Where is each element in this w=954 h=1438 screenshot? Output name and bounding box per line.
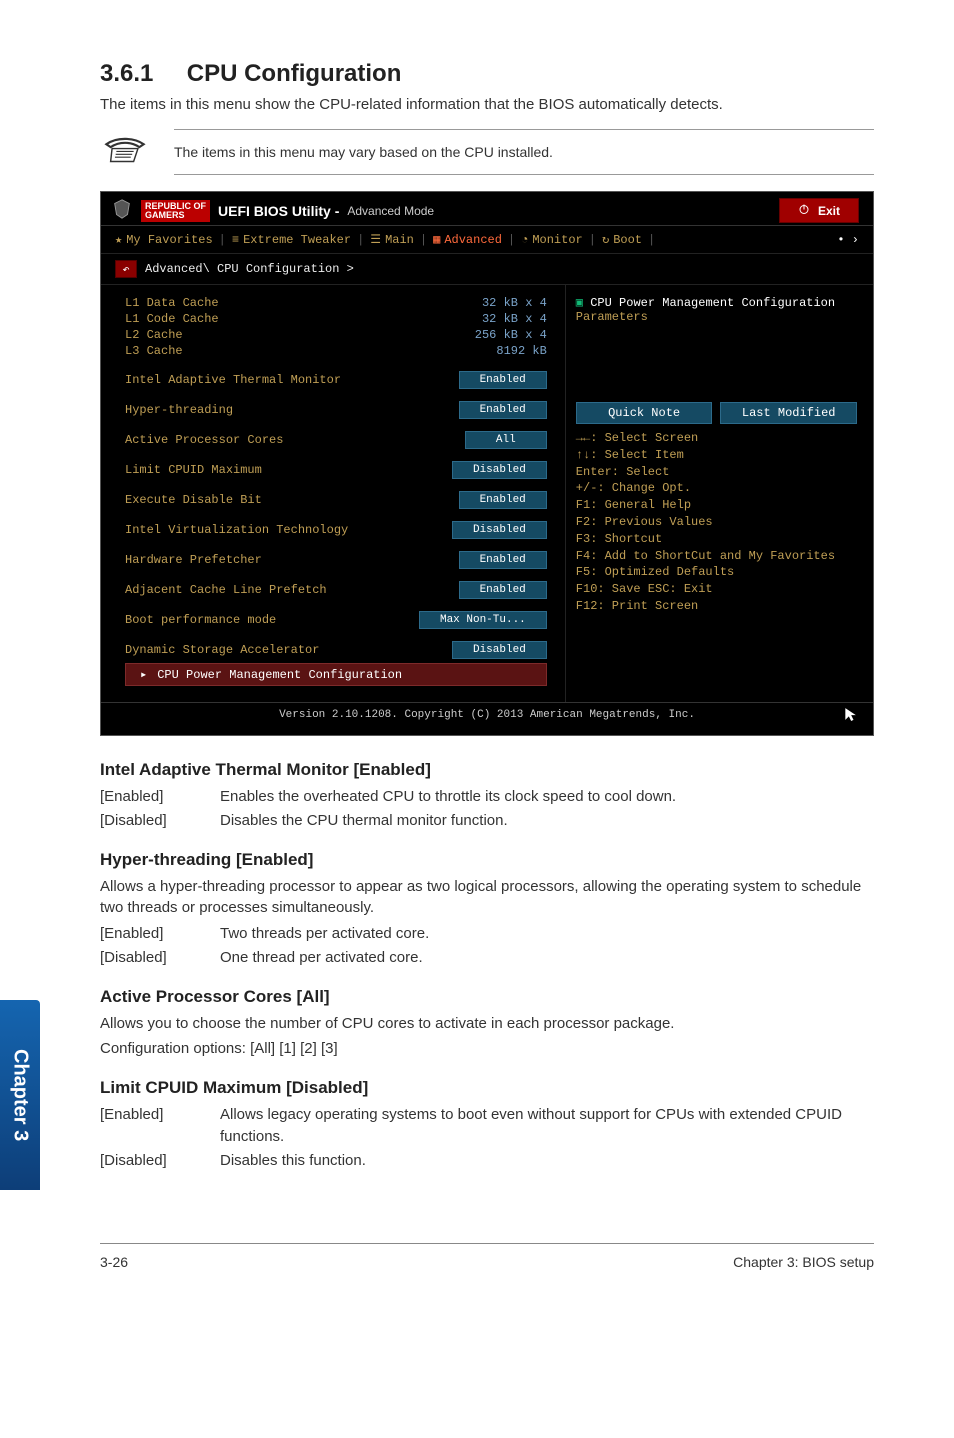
def-row: [Enabled]Allows legacy operating systems… — [100, 1104, 874, 1148]
option-value[interactable]: Enabled — [459, 401, 547, 419]
bios-mode: Advanced Mode — [347, 204, 434, 218]
note-callout: The items in this menu may vary based on… — [100, 129, 874, 175]
tab-advanced[interactable]: Advanced — [444, 233, 502, 247]
chapter-label: Chapter 3: BIOS setup — [733, 1254, 874, 1270]
selected-option-row[interactable]: ▸ CPU Power Management Configuration — [125, 663, 547, 686]
option-row[interactable]: Active Processor CoresAll — [125, 431, 547, 449]
option-row[interactable]: Intel Adaptive Thermal MonitorEnabled — [125, 371, 547, 389]
option-row[interactable]: Dynamic Storage AcceleratorDisabled — [125, 641, 547, 659]
note-text: The items in this menu may vary based on… — [174, 129, 874, 175]
bios-tabs: ★ My Favorites | ≡ Extreme Tweaker | ☰ M… — [101, 226, 873, 254]
tab-main[interactable]: Main — [385, 233, 414, 247]
last-modified-button[interactable]: Last Modified — [720, 402, 857, 424]
power-icon — [798, 203, 810, 218]
option-row[interactable]: Limit CPUID MaximumDisabled — [125, 461, 547, 479]
cache-row: L1 Data Cache32 kB x 4 — [125, 295, 547, 311]
back-button[interactable]: ↶ — [115, 260, 137, 278]
cache-row: L3 Cache8192 kB — [125, 343, 547, 359]
back-arrow-icon: ↶ — [122, 262, 129, 277]
section-name: CPU Configuration — [187, 60, 402, 87]
chip-icon: ▦ — [433, 232, 440, 247]
def-row: [Disabled]Disables the CPU thermal monit… — [100, 810, 874, 832]
cache-row: L2 Cache256 kB x 4 — [125, 327, 547, 343]
cursor-icon — [843, 707, 857, 725]
brand-badge: REPUBLIC OFGAMERS — [141, 200, 210, 222]
option-row[interactable]: Execute Disable BitEnabled — [125, 491, 547, 509]
rog-shield-icon — [111, 198, 133, 223]
section-desc: The items in this menu show the CPU-rela… — [100, 94, 874, 115]
bios-version: Version 2.10.1208. Copyright (C) 2013 Am… — [279, 709, 695, 721]
setting-para: Allows a hyper-threading processor to ap… — [100, 876, 874, 920]
option-value[interactable]: All — [465, 431, 547, 449]
breadcrumb: Advanced\ CPU Configuration > — [145, 262, 354, 276]
more-tabs-icon[interactable]: • › — [837, 233, 859, 247]
star-icon: ★ — [115, 232, 122, 247]
submenu-arrow-icon: ▸ — [140, 667, 147, 682]
boot-icon: ↻ — [602, 232, 609, 247]
info-icon: ▣ — [576, 296, 583, 310]
page-number: 3-26 — [100, 1254, 128, 1270]
option-row[interactable]: Hardware PrefetcherEnabled — [125, 551, 547, 569]
option-value[interactable]: Enabled — [459, 371, 547, 389]
key-hints: →←: Select Screen ↑↓: Select Item Enter:… — [576, 430, 857, 615]
option-value[interactable]: Max Non-Tu... — [419, 611, 547, 629]
selected-option-label: CPU Power Management Configuration — [157, 668, 402, 682]
list-icon: ☰ — [370, 232, 381, 247]
gauge-icon: ◔ — [521, 233, 528, 247]
option-row[interactable]: Boot performance modeMax Non-Tu... — [125, 611, 547, 629]
option-row[interactable]: Intel Virtualization TechnologyDisabled — [125, 521, 547, 539]
tab-favorites[interactable]: My Favorites — [126, 233, 212, 247]
option-value[interactable]: Disabled — [452, 521, 547, 539]
sliders-icon: ≡ — [232, 233, 239, 247]
exit-button[interactable]: Exit — [779, 198, 859, 223]
setting-head: Active Processor Cores [All] — [100, 987, 874, 1007]
tab-boot[interactable]: Boot — [613, 233, 642, 247]
tab-monitor[interactable]: Monitor — [532, 233, 582, 247]
def-row: [Enabled]Enables the overheated CPU to t… — [100, 786, 874, 808]
cache-row: L1 Code Cache32 kB x 4 — [125, 311, 547, 327]
setting-para: Configuration options: [All] [1] [2] [3] — [100, 1038, 874, 1060]
def-row: [Enabled]Two threads per activated core. — [100, 923, 874, 945]
bios-footer: Version 2.10.1208. Copyright (C) 2013 Am… — [101, 702, 873, 735]
setting-head: Limit CPUID Maximum [Disabled] — [100, 1078, 874, 1098]
def-row: [Disabled]One thread per activated core. — [100, 947, 874, 969]
def-row: [Disabled]Disables this function. — [100, 1150, 874, 1172]
chapter-side-tab: Chapter 3 — [0, 1000, 40, 1190]
setting-head: Intel Adaptive Thermal Monitor [Enabled] — [100, 760, 874, 780]
option-value[interactable]: Enabled — [459, 581, 547, 599]
option-value[interactable]: Enabled — [459, 551, 547, 569]
page-footer: 3-26 Chapter 3: BIOS setup — [100, 1243, 874, 1270]
bios-window: REPUBLIC OFGAMERS UEFI BIOS Utility - Ad… — [100, 191, 874, 736]
quick-note-button[interactable]: Quick Note — [576, 402, 713, 424]
option-value[interactable]: Enabled — [459, 491, 547, 509]
tab-tweaker[interactable]: Extreme Tweaker — [243, 233, 351, 247]
bios-title: UEFI BIOS Utility - — [218, 203, 339, 219]
section-number: 3.6.1 — [100, 60, 153, 87]
note-icon — [102, 132, 148, 173]
option-row[interactable]: Hyper-threadingEnabled — [125, 401, 547, 419]
bios-logo-row: REPUBLIC OFGAMERS UEFI BIOS Utility - Ad… — [111, 198, 434, 223]
exit-label: Exit — [818, 204, 840, 218]
option-row[interactable]: Adjacent Cache Line PrefetchEnabled — [125, 581, 547, 599]
right-panel-header: ▣ CPU Power Management Configuration Par… — [576, 295, 857, 324]
right-panel-sub: Parameters — [576, 310, 648, 324]
section-title: 3.6.1 CPU Configuration — [100, 60, 874, 88]
option-value[interactable]: Disabled — [452, 641, 547, 659]
option-value[interactable]: Disabled — [452, 461, 547, 479]
setting-head: Hyper-threading [Enabled] — [100, 850, 874, 870]
setting-para: Allows you to choose the number of CPU c… — [100, 1013, 874, 1035]
